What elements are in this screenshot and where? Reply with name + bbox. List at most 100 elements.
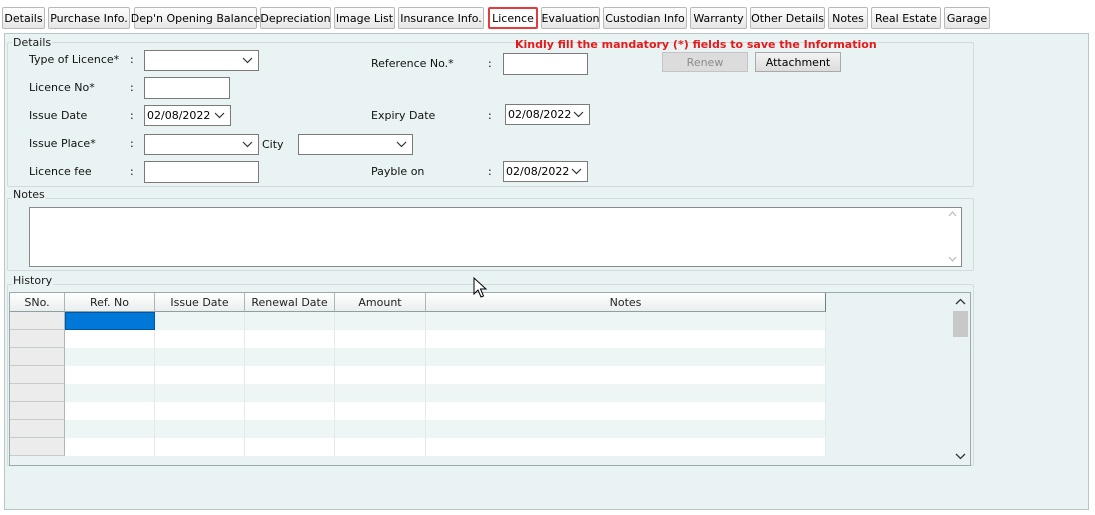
table-cell[interactable] bbox=[65, 420, 155, 438]
row-header[interactable] bbox=[10, 312, 65, 330]
table-cell[interactable] bbox=[245, 312, 335, 330]
table-row[interactable] bbox=[10, 438, 826, 456]
table-cell[interactable] bbox=[426, 420, 826, 438]
table-cell[interactable] bbox=[335, 366, 426, 384]
tab-depn-opening-balance[interactable]: Dep'n Opening Balance bbox=[131, 7, 260, 29]
tab-depreciation[interactable]: Depreciation bbox=[260, 7, 331, 29]
table-cell[interactable] bbox=[155, 402, 245, 420]
tab-garage[interactable]: Garage bbox=[944, 7, 990, 29]
tab-details[interactable]: Details bbox=[2, 7, 45, 29]
table-cell[interactable] bbox=[155, 330, 245, 348]
scroll-up-icon[interactable] bbox=[948, 210, 957, 217]
table-row[interactable] bbox=[10, 402, 826, 420]
table-cell[interactable] bbox=[155, 438, 245, 456]
scroll-down-icon[interactable] bbox=[955, 451, 966, 461]
table-cell[interactable] bbox=[245, 366, 335, 384]
tab-real-estate[interactable]: Real Estate bbox=[871, 7, 941, 29]
issue-date-label: Issue Date bbox=[29, 109, 88, 122]
table-cell[interactable] bbox=[245, 348, 335, 366]
expiry-date-picker[interactable]: 02/08/2022 bbox=[505, 104, 590, 125]
col-header-sno[interactable]: SNo. bbox=[10, 293, 65, 312]
tab-other-details[interactable]: Other Details bbox=[750, 7, 825, 29]
table-cell[interactable] bbox=[335, 420, 426, 438]
table-row[interactable] bbox=[10, 366, 826, 384]
table-cell[interactable] bbox=[426, 312, 826, 330]
tab-custodian-info[interactable]: Custodian Info bbox=[603, 7, 687, 29]
table-cell[interactable] bbox=[335, 384, 426, 402]
tab-warranty[interactable]: Warranty bbox=[690, 7, 747, 29]
row-header[interactable] bbox=[10, 366, 65, 384]
reference-no-label: Reference No.* bbox=[371, 57, 454, 70]
licence-no-input[interactable] bbox=[144, 77, 230, 99]
table-cell[interactable] bbox=[65, 330, 155, 348]
tab-image-list[interactable]: Image List bbox=[334, 7, 395, 29]
table-cell[interactable] bbox=[245, 384, 335, 402]
table-cell[interactable] bbox=[335, 402, 426, 420]
renew-button[interactable]: Renew bbox=[662, 52, 748, 72]
col-header-renewal-date[interactable]: Renewal Date bbox=[245, 293, 335, 312]
colon: : bbox=[130, 53, 134, 66]
notes-group-title: Notes bbox=[12, 188, 46, 201]
table-row[interactable] bbox=[10, 384, 826, 402]
table-cell[interactable] bbox=[426, 348, 826, 366]
table-cell[interactable] bbox=[426, 330, 826, 348]
row-header[interactable] bbox=[10, 384, 65, 402]
table-cell[interactable] bbox=[155, 420, 245, 438]
issue-date-value: 02/08/2022 bbox=[147, 109, 211, 122]
table-cell[interactable] bbox=[65, 402, 155, 420]
table-cell[interactable] bbox=[245, 420, 335, 438]
table-cell[interactable] bbox=[426, 402, 826, 420]
city-dropdown[interactable] bbox=[298, 134, 413, 155]
table-cell[interactable] bbox=[155, 384, 245, 402]
table-cell[interactable] bbox=[426, 384, 826, 402]
table-row[interactable] bbox=[10, 348, 826, 366]
col-header-issue-date[interactable]: Issue Date bbox=[155, 293, 245, 312]
table-cell[interactable] bbox=[245, 402, 335, 420]
row-header[interactable] bbox=[10, 402, 65, 420]
table-cell[interactable] bbox=[335, 330, 426, 348]
history-vertical-scrollbar[interactable] bbox=[952, 293, 969, 465]
tab-licence[interactable]: Licence bbox=[488, 7, 538, 29]
issue-place-dropdown[interactable] bbox=[144, 134, 259, 155]
tab-notes[interactable]: Notes bbox=[828, 7, 868, 29]
col-header-amount[interactable]: Amount bbox=[335, 293, 426, 312]
selected-cell[interactable] bbox=[65, 312, 155, 330]
scroll-down-icon[interactable] bbox=[948, 256, 957, 263]
table-row[interactable] bbox=[10, 312, 826, 330]
table-cell[interactable] bbox=[335, 438, 426, 456]
table-cell[interactable] bbox=[155, 348, 245, 366]
attachment-button[interactable]: Attachment bbox=[755, 52, 841, 72]
table-cell[interactable] bbox=[245, 330, 335, 348]
notes-textarea[interactable] bbox=[29, 207, 962, 267]
row-header[interactable] bbox=[10, 420, 65, 438]
table-cell[interactable] bbox=[65, 348, 155, 366]
table-cell[interactable] bbox=[335, 348, 426, 366]
issue-date-picker[interactable]: 02/08/2022 bbox=[144, 105, 231, 126]
scrollbar-thumb[interactable] bbox=[953, 311, 968, 337]
tab-insurance-info[interactable]: Insurance Info. bbox=[398, 7, 484, 29]
tab-evaluation[interactable]: Evaluation bbox=[541, 7, 600, 29]
col-header-ref-no[interactable]: Ref. No bbox=[65, 293, 155, 312]
reference-no-input[interactable] bbox=[503, 53, 588, 75]
scroll-up-icon[interactable] bbox=[955, 297, 966, 307]
type-of-licence-dropdown[interactable] bbox=[144, 50, 259, 71]
table-cell[interactable] bbox=[426, 366, 826, 384]
table-cell[interactable] bbox=[155, 366, 245, 384]
tab-purchase-info[interactable]: Purchase Info. bbox=[48, 7, 130, 29]
mouse-pointer-icon bbox=[473, 277, 488, 298]
row-header[interactable] bbox=[10, 348, 65, 366]
table-cell[interactable] bbox=[245, 438, 335, 456]
row-header[interactable] bbox=[10, 438, 65, 456]
table-cell[interactable] bbox=[155, 312, 245, 330]
table-cell[interactable] bbox=[426, 438, 826, 456]
table-cell[interactable] bbox=[65, 384, 155, 402]
row-header[interactable] bbox=[10, 330, 65, 348]
payble-on-picker[interactable]: 02/08/2022 bbox=[503, 161, 588, 182]
table-cell[interactable] bbox=[65, 438, 155, 456]
table-row[interactable] bbox=[10, 420, 826, 438]
table-cell[interactable] bbox=[65, 366, 155, 384]
licence-no-label: Licence No* bbox=[29, 81, 95, 94]
licence-fee-input[interactable] bbox=[144, 161, 259, 183]
table-row[interactable] bbox=[10, 330, 826, 348]
table-cell[interactable] bbox=[335, 312, 426, 330]
